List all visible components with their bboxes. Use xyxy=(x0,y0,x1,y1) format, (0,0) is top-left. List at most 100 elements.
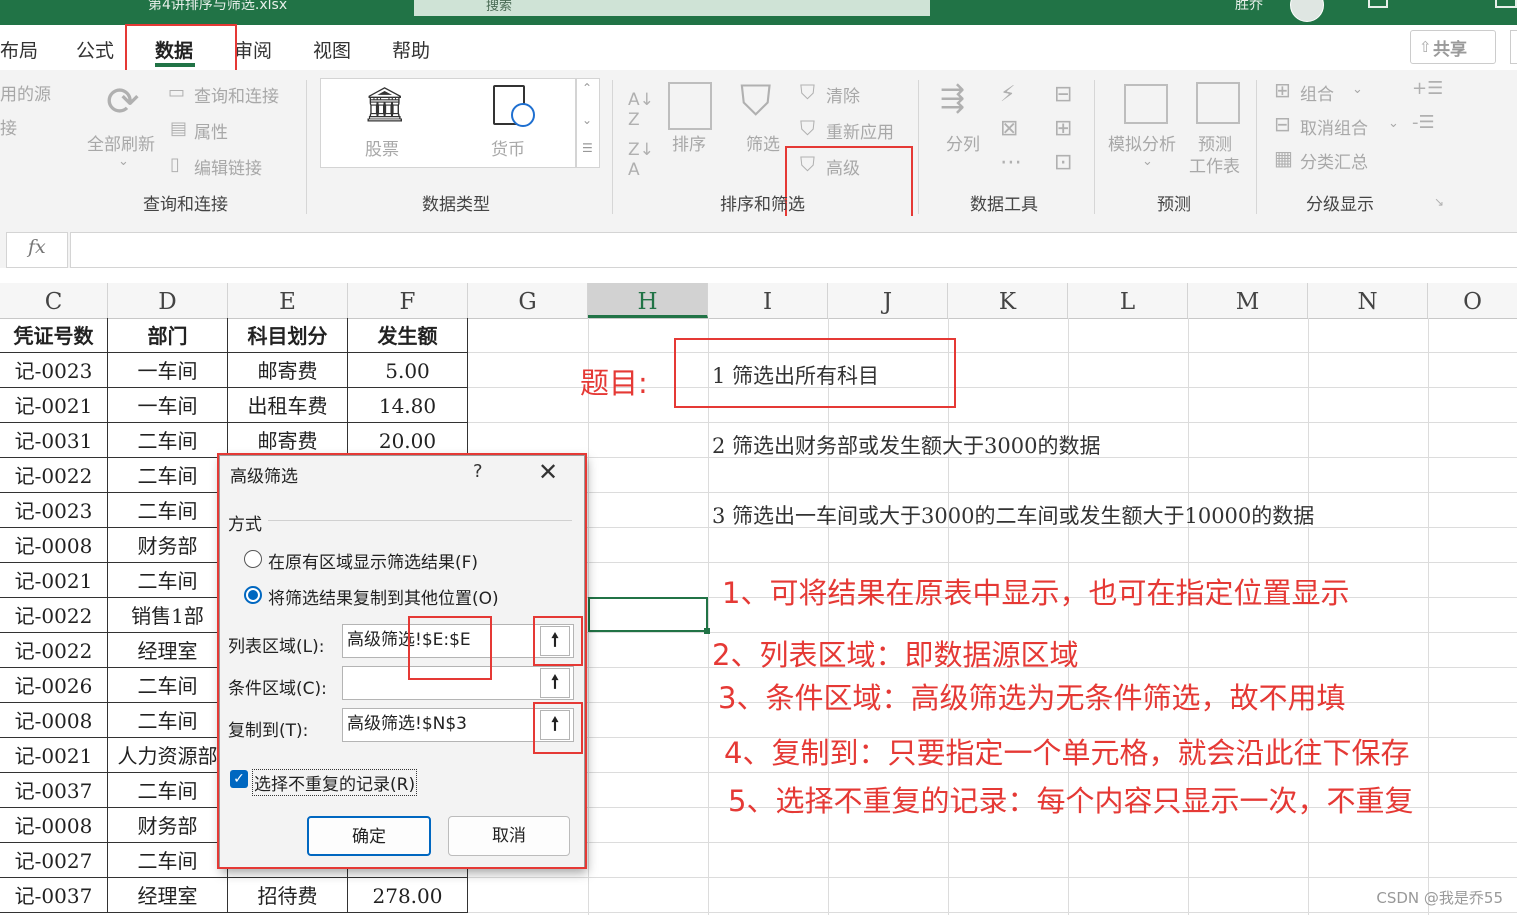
table-header-cell[interactable]: 科目划分 xyxy=(228,318,348,353)
tab-view[interactable]: 视图 xyxy=(313,36,351,63)
column-header-f[interactable]: F xyxy=(348,283,468,318)
text-to-columns-button[interactable]: 分列 xyxy=(946,130,980,155)
properties-button[interactable]: 属性 xyxy=(194,118,228,143)
table-cell[interactable]: 记-0026 xyxy=(0,668,108,703)
subtotal-button[interactable]: 分类汇总 xyxy=(1300,148,1368,173)
data-tools-icons-2[interactable]: ⊟ ⊞ ⊡ xyxy=(1054,78,1072,180)
ribbon-display-icon[interactable] xyxy=(1368,0,1388,8)
table-cell[interactable]: 记-0008 xyxy=(0,808,108,843)
filter-funnel-icon[interactable]: ⛉ xyxy=(740,80,772,122)
clear-button[interactable]: 清除 xyxy=(826,82,860,107)
existing-connections-label[interactable]: 接 xyxy=(0,114,17,139)
table-cell[interactable]: 记-0021 xyxy=(0,563,108,598)
data-tools-icons[interactable]: ⚡ ⊠ ⋯ xyxy=(1000,78,1022,180)
refresh-all-icon[interactable]: ⟳ xyxy=(106,82,140,122)
table-cell[interactable]: 记-0037 xyxy=(0,773,108,808)
table-cell[interactable]: 二车间 xyxy=(108,493,228,528)
table-cell[interactable]: 二车间 xyxy=(108,703,228,738)
avatar[interactable] xyxy=(1290,0,1324,22)
table-cell[interactable]: 邮寄费 xyxy=(228,353,348,388)
table-cell[interactable]: 一车间 xyxy=(108,388,228,423)
table-cell[interactable]: 销售1部 xyxy=(108,598,228,633)
show-detail-icon[interactable]: +☰ xyxy=(1412,80,1443,98)
table-cell[interactable]: 记-0023 xyxy=(0,493,108,528)
sort-button[interactable]: 排序 xyxy=(672,130,706,155)
stocks-button[interactable]: 股票 xyxy=(365,135,399,160)
minimize-icon[interactable] xyxy=(1495,0,1517,8)
dialog-launcher-icon[interactable]: ↘ xyxy=(1434,196,1444,208)
share-button[interactable]: ⇧ 共享 xyxy=(1410,30,1496,64)
column-header-k[interactable]: K xyxy=(948,283,1068,318)
table-cell[interactable]: 招待费 xyxy=(228,878,348,913)
table-cell[interactable]: 记-0022 xyxy=(0,633,108,668)
tab-review[interactable]: 审阅 xyxy=(234,36,272,63)
table-cell[interactable]: 记-0008 xyxy=(0,528,108,563)
column-header-e[interactable]: E xyxy=(228,283,348,318)
reapply-button[interactable]: 重新应用 xyxy=(826,118,894,143)
column-header-i[interactable]: I xyxy=(708,283,828,318)
currency-button[interactable]: 货币 xyxy=(491,135,525,160)
table-cell[interactable]: 二车间 xyxy=(108,773,228,808)
group-button[interactable]: 组合 xyxy=(1300,80,1334,105)
chevron-down-icon[interactable]: ⌄ xyxy=(118,154,129,169)
what-if-icon[interactable] xyxy=(1124,84,1168,124)
table-cell[interactable]: 记-0027 xyxy=(0,843,108,878)
table-header-cell[interactable]: 凭证号数 xyxy=(0,318,108,353)
tab-page-layout[interactable]: 布局 xyxy=(0,36,38,63)
table-cell[interactable]: 278.00 xyxy=(348,878,468,913)
filter-button[interactable]: 筛选 xyxy=(746,130,780,155)
column-header-c[interactable]: C xyxy=(0,283,108,318)
scroll-down-icon[interactable]: ⌄ xyxy=(582,113,592,127)
gallery-scroll[interactable]: ⌃ ⌄ ☰ xyxy=(576,78,600,168)
table-cell[interactable]: 记-0021 xyxy=(0,738,108,773)
table-cell[interactable]: 财务部 xyxy=(108,528,228,563)
table-cell[interactable]: 二车间 xyxy=(108,423,228,458)
table-cell[interactable]: 一车间 xyxy=(108,353,228,388)
formula-input[interactable] xyxy=(70,232,1517,268)
table-cell[interactable]: 出租车费 xyxy=(228,388,348,423)
table-cell[interactable]: 二车间 xyxy=(108,563,228,598)
column-header-h[interactable]: H xyxy=(588,283,708,318)
table-cell[interactable]: 记-0037 xyxy=(0,878,108,913)
table-cell[interactable]: 二车间 xyxy=(108,668,228,703)
chevron-down-icon[interactable]: ⌄ xyxy=(1352,82,1363,97)
table-cell[interactable]: 5.00 xyxy=(348,353,468,388)
forecast-sheet-icon[interactable] xyxy=(1196,82,1240,124)
table-cell[interactable]: 财务部 xyxy=(108,808,228,843)
fx-icon[interactable]: fx xyxy=(28,236,46,258)
table-cell[interactable]: 记-0022 xyxy=(0,458,108,493)
scroll-up-icon[interactable]: ⌃ xyxy=(582,81,592,95)
what-if-button[interactable]: 模拟分析 xyxy=(1108,130,1176,155)
sort-descending-icon[interactable]: Z↓ A xyxy=(628,140,654,180)
table-cell[interactable]: 二车间 xyxy=(108,458,228,493)
edit-links-button[interactable]: 编辑链接 xyxy=(194,154,262,179)
table-cell[interactable]: 14.80 xyxy=(348,388,468,423)
search-box[interactable]: 搜索 xyxy=(414,0,930,16)
active-cell[interactable] xyxy=(588,597,708,632)
column-header-n[interactable]: N xyxy=(1308,283,1428,318)
table-cell[interactable]: 二车间 xyxy=(108,843,228,878)
table-cell[interactable]: 记-0023 xyxy=(0,353,108,388)
column-header-l[interactable]: L xyxy=(1068,283,1188,318)
table-cell[interactable]: 记-0021 xyxy=(0,388,108,423)
refresh-all-label[interactable]: 全部刷新 xyxy=(87,130,155,155)
table-header-cell[interactable]: 发生额 xyxy=(348,318,468,353)
table-cell[interactable]: 记-0031 xyxy=(0,423,108,458)
sort-ascending-icon[interactable]: A↓ Z xyxy=(628,90,654,130)
table-header-cell[interactable]: 部门 xyxy=(108,318,228,353)
forecast-sheet-button-line2[interactable]: 工作表 xyxy=(1189,152,1240,177)
gallery-more-icon[interactable]: ☰ xyxy=(582,141,593,155)
fill-handle[interactable] xyxy=(704,628,710,634)
chevron-down-icon[interactable]: ⌄ xyxy=(1142,154,1153,169)
text-to-columns-icon[interactable]: ⇶ xyxy=(940,84,965,114)
ungroup-button[interactable]: 取消组合 xyxy=(1300,114,1368,139)
table-cell[interactable]: 经理室 xyxy=(108,633,228,668)
queries-connections-button[interactable]: 查询和连接 xyxy=(194,82,279,107)
table-cell[interactable]: 记-0022 xyxy=(0,598,108,633)
column-header-m[interactable]: M xyxy=(1188,283,1308,318)
sort-dialog-icon[interactable] xyxy=(668,82,712,130)
column-header-o[interactable]: O xyxy=(1428,283,1517,318)
tab-help[interactable]: 帮助 xyxy=(392,36,430,63)
column-header-g[interactable]: G xyxy=(468,283,588,318)
chevron-down-icon[interactable]: ⌄ xyxy=(1388,116,1399,131)
